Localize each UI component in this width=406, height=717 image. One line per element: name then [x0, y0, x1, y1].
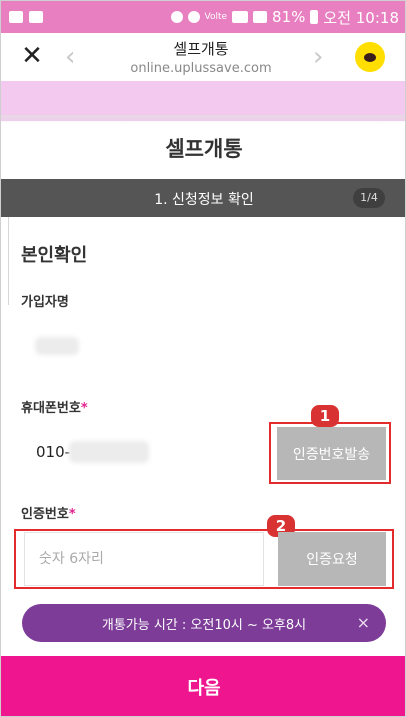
- code-label-row: 인증번호*: [21, 503, 76, 522]
- section-title: 본인확인: [21, 245, 88, 266]
- system-icons: Volte 81% 오전 10:18: [170, 7, 399, 28]
- battery-icon: [310, 10, 319, 24]
- browser-toolbar: ✕ ‹ 셀프개통 online.uplussave.com ›: [1, 33, 405, 81]
- page-title: 셀프개통: [165, 137, 243, 161]
- next-button[interactable]: 다음: [1, 656, 405, 716]
- phone-label-row: 휴대폰번호*: [21, 397, 88, 416]
- signal-icon: [253, 11, 268, 23]
- phone-prefix: 010-: [36, 443, 71, 461]
- hours-notice-text: 개통가능 시간 : 오전10시 ~ 오후8시: [101, 617, 307, 633]
- browser-url: online.uplussave.com: [130, 61, 272, 76]
- phone-number-redacted: [69, 441, 149, 463]
- code-label: 인증번호: [21, 507, 69, 522]
- message-notification-icon: [29, 11, 43, 23]
- required-mark: *: [80, 401, 88, 416]
- close-icon[interactable]: ✕: [19, 43, 45, 69]
- send-code-button[interactable]: 인증번호발송: [277, 427, 386, 480]
- volte-label: Volte: [204, 12, 228, 22]
- code-input[interactable]: [24, 532, 264, 586]
- mute-icon: [170, 11, 183, 23]
- browser-title-text: 셀프개통: [173, 40, 229, 58]
- image-notification-icon: [9, 11, 23, 23]
- verify-code-button[interactable]: 인증요청: [278, 532, 386, 586]
- chat-bubble-icon: [364, 52, 376, 62]
- required-mark: *: [68, 507, 76, 522]
- name-label: 가입자명: [21, 295, 69, 310]
- phone-label: 휴대폰번호: [21, 401, 81, 416]
- wifi-icon: [232, 11, 249, 23]
- hours-notice: 개통가능 시간 : 오전10시 ~ 오후8시 ×: [22, 604, 386, 642]
- clock: 오전 10:18: [323, 8, 399, 27]
- battery-percent: 81%: [272, 8, 306, 26]
- browser-title: 셀프개통 online.uplussave.com: [101, 38, 301, 76]
- chevron-right-icon[interactable]: ›: [313, 42, 323, 72]
- kakao-chat-icon[interactable]: [355, 42, 385, 72]
- chevron-left-icon[interactable]: ‹: [65, 42, 75, 72]
- notification-icons: [9, 11, 43, 23]
- step-label: 1. 신청정보 확인: [154, 192, 254, 208]
- close-icon[interactable]: ×: [357, 613, 370, 632]
- banner-shadow: [1, 115, 405, 123]
- alarm-icon: [187, 11, 200, 23]
- annotation-marker-1: 1: [311, 405, 339, 427]
- side-edge-handle: [1, 217, 9, 305]
- step-badge: 1/4: [353, 188, 385, 208]
- status-bar: Volte 81% 오전 10:18: [1, 1, 405, 33]
- step-bar: 1. 신청정보 확인 1/4: [1, 179, 405, 217]
- name-value-redacted: [35, 337, 79, 355]
- phone-screen: Volte 81% 오전 10:18 ✕ ‹ 셀프개통 online.uplus…: [0, 0, 406, 717]
